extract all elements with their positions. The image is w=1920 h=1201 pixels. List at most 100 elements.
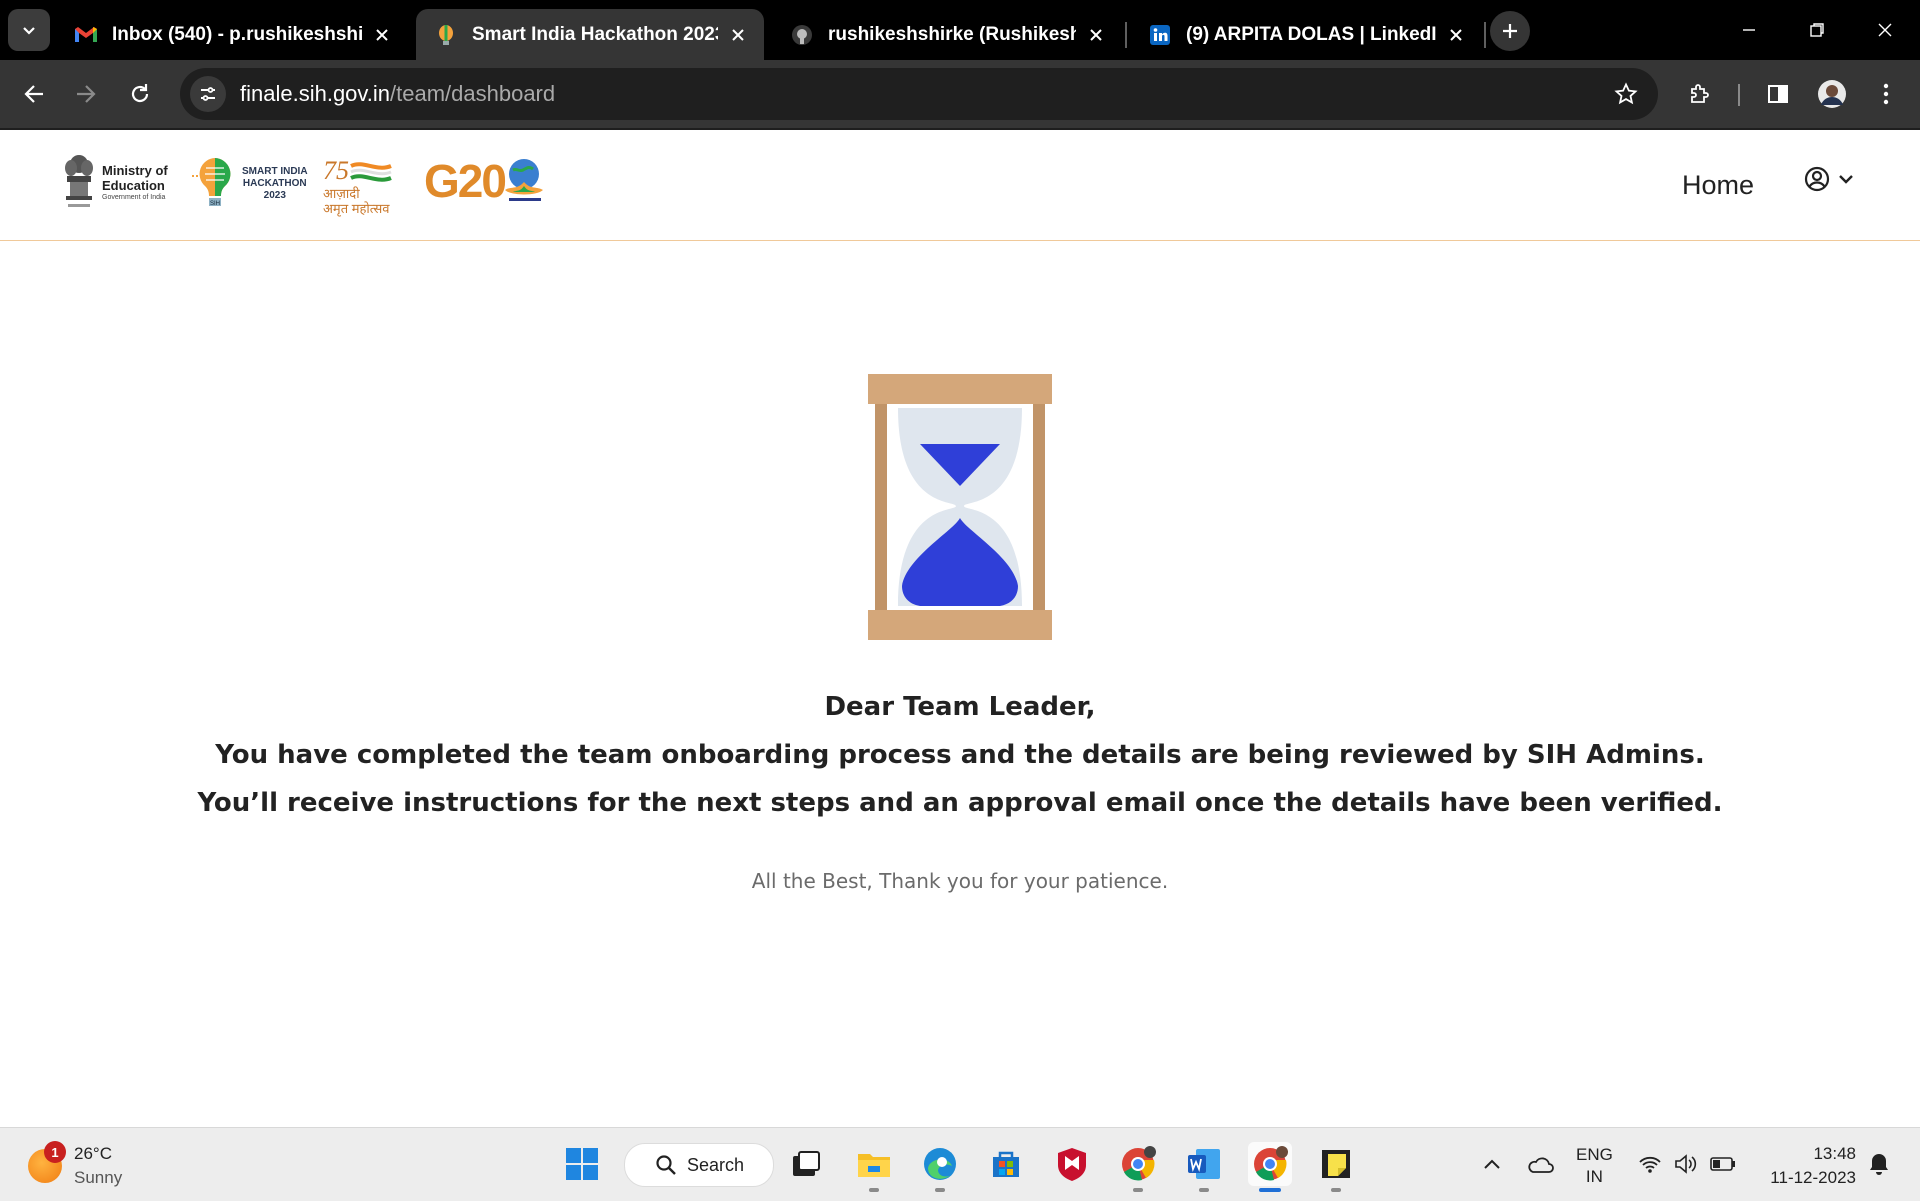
ministry-of-education-logo[interactable]: Ministry of Education Government of Indi… bbox=[62, 152, 168, 212]
chevron-down-icon bbox=[23, 27, 35, 35]
sih-icon bbox=[434, 23, 458, 47]
sih-2023-logo[interactable]: SIH SMART INDIA HACKATHON 2023 bbox=[192, 156, 308, 212]
notification-badge: 1 bbox=[44, 1141, 66, 1163]
input-language-indicator[interactable]: ENG IN bbox=[1576, 1144, 1613, 1188]
azadi-number: 75 bbox=[323, 156, 349, 185]
url-text: finale.sih.gov.in/team/dashboard bbox=[240, 81, 555, 107]
reload-button[interactable] bbox=[120, 74, 160, 114]
search-icon bbox=[656, 1155, 676, 1175]
greeting-text: Dear Team Leader, bbox=[824, 692, 1096, 722]
sih-line2: HACKATHON bbox=[242, 178, 307, 189]
tab-divider bbox=[1125, 22, 1127, 48]
side-panel-button[interactable] bbox=[1758, 74, 1798, 114]
more-vert-icon bbox=[1883, 83, 1889, 105]
mcafee-shield-icon bbox=[1058, 1148, 1086, 1181]
wifi-icon bbox=[1639, 1156, 1661, 1173]
national-emblem-icon bbox=[65, 155, 93, 207]
linkedin-icon bbox=[1148, 23, 1172, 47]
azadi-hindi-line1: आज़ादी bbox=[323, 186, 360, 201]
tab-linkedin[interactable]: (9) ARPITA DOLAS | LinkedIn bbox=[1130, 9, 1482, 60]
cloud-icon bbox=[1528, 1157, 1554, 1173]
bookmark-star-icon[interactable] bbox=[1608, 76, 1644, 112]
address-bar[interactable]: finale.sih.gov.in/team/dashboard bbox=[180, 68, 1658, 120]
start-button[interactable] bbox=[560, 1142, 604, 1186]
close-icon[interactable] bbox=[370, 23, 394, 47]
taskbar-search[interactable]: Search bbox=[624, 1143, 774, 1187]
close-icon[interactable] bbox=[1084, 23, 1108, 47]
ministry-line1: Ministry of bbox=[102, 162, 168, 178]
profile-avatar-button[interactable] bbox=[1812, 74, 1852, 114]
task-view-button[interactable] bbox=[784, 1142, 828, 1186]
chrome-icon bbox=[1254, 1146, 1288, 1181]
running-indicator bbox=[1259, 1188, 1281, 1192]
ministry-line3: Government of India bbox=[102, 193, 166, 201]
tab-search-button[interactable] bbox=[8, 9, 50, 51]
running-indicator bbox=[1133, 1188, 1143, 1192]
lang-line2: IN bbox=[1585, 1167, 1603, 1186]
browser-menu-button[interactable] bbox=[1866, 74, 1906, 114]
folder-icon bbox=[858, 1154, 890, 1177]
toolbar-divider bbox=[1738, 84, 1740, 106]
tab-divider bbox=[1484, 22, 1486, 48]
g20-logo[interactable]: G20 bbox=[424, 154, 547, 208]
battery-icon bbox=[1710, 1157, 1735, 1171]
forward-button[interactable] bbox=[66, 74, 106, 114]
microsoft-store-button[interactable] bbox=[984, 1142, 1028, 1186]
url-domain: finale.sih.gov.in bbox=[240, 81, 391, 106]
arrow-right-icon bbox=[77, 85, 96, 103]
system-clock[interactable]: 13:48 11-12-2023 bbox=[1752, 1142, 1856, 1190]
close-icon[interactable] bbox=[726, 23, 750, 47]
weather-desc: Sunny bbox=[74, 1168, 123, 1187]
site-info-icon[interactable] bbox=[190, 76, 226, 112]
store-icon bbox=[993, 1151, 1019, 1177]
url-path: /team/dashboard bbox=[390, 81, 556, 106]
sticky-notes-icon bbox=[1322, 1150, 1350, 1178]
tricolor-flag-icon bbox=[350, 162, 392, 182]
tab-gmail[interactable]: Inbox (540) - p.rushikeshshirke bbox=[56, 9, 408, 60]
sih-line1: SMART INDIA bbox=[242, 166, 308, 177]
onedrive-button[interactable] bbox=[1524, 1144, 1556, 1184]
new-tab-button[interactable] bbox=[1490, 11, 1530, 51]
close-icon[interactable] bbox=[1444, 23, 1468, 47]
gmail-icon bbox=[74, 23, 98, 47]
chrome-active-button[interactable] bbox=[1248, 1142, 1292, 1192]
chrome-profile-button[interactable] bbox=[1116, 1142, 1160, 1192]
back-button[interactable] bbox=[14, 74, 54, 114]
close-window-button[interactable] bbox=[1862, 10, 1908, 50]
closing-text: All the Best, Thank you for your patienc… bbox=[751, 869, 1169, 893]
taskbar: 1 26°C Sunny Search ENG IN 13:48 11-12-2… bbox=[0, 1127, 1920, 1201]
restore-icon bbox=[1810, 23, 1824, 37]
edge-button[interactable] bbox=[918, 1142, 962, 1192]
restore-button[interactable] bbox=[1794, 10, 1840, 50]
browser-toolbar: finale.sih.gov.in/team/dashboard bbox=[0, 60, 1920, 130]
running-indicator bbox=[935, 1188, 945, 1192]
windows-logo-icon bbox=[566, 1148, 598, 1180]
sticky-notes-button[interactable] bbox=[1314, 1142, 1358, 1192]
volume-button[interactable] bbox=[1672, 1144, 1700, 1184]
show-hidden-icons-button[interactable] bbox=[1480, 1144, 1504, 1184]
clock-date: 11-12-2023 bbox=[1770, 1168, 1856, 1187]
tab-sih[interactable]: Smart India Hackathon 2023 - bbox=[416, 9, 764, 60]
wifi-button[interactable] bbox=[1636, 1144, 1664, 1184]
minimize-button[interactable] bbox=[1726, 10, 1772, 50]
extensions-button[interactable] bbox=[1680, 74, 1720, 114]
running-indicator bbox=[1331, 1188, 1341, 1192]
arrow-left-icon bbox=[24, 85, 43, 103]
user-menu-button[interactable] bbox=[1804, 166, 1854, 192]
weather-widget[interactable]: 1 26°C Sunny bbox=[28, 1141, 123, 1190]
sun-icon: 1 bbox=[28, 1141, 66, 1183]
speaker-icon bbox=[1675, 1154, 1697, 1174]
bell-icon bbox=[1870, 1154, 1888, 1175]
azadi-ka-amrit-mahotsav-logo[interactable]: 75 आज़ादी अमृत महोत्सव bbox=[323, 156, 393, 216]
side-panel-icon bbox=[1768, 85, 1788, 103]
word-button[interactable] bbox=[1182, 1142, 1226, 1192]
weather-temp: 26°C bbox=[74, 1144, 112, 1163]
nav-home-link[interactable]: Home bbox=[1682, 170, 1754, 201]
file-explorer-button[interactable] bbox=[852, 1142, 896, 1192]
battery-button[interactable] bbox=[1708, 1144, 1738, 1184]
sih-line3: 2023 bbox=[263, 190, 286, 201]
tab-github[interactable]: rushikeshshirke (Rushikesh Shi bbox=[772, 9, 1122, 60]
mcafee-button[interactable] bbox=[1050, 1142, 1094, 1186]
sih-mark-text: SIH bbox=[210, 201, 220, 207]
notifications-button[interactable] bbox=[1864, 1144, 1894, 1184]
